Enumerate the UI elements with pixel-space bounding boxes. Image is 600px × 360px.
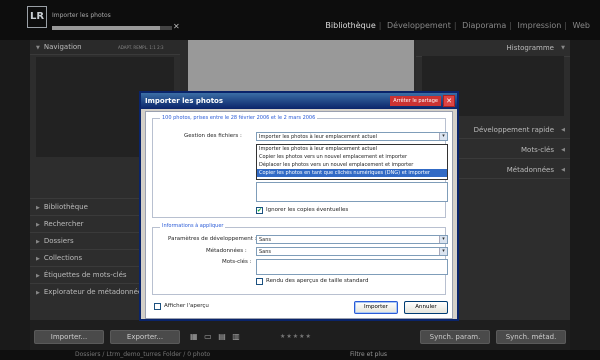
expand-triangle-icon: ▶ bbox=[36, 290, 40, 296]
top-bar: LR Importer les photos ✕ Bibliothèque | D… bbox=[0, 0, 600, 40]
stop-sharing-tooltip[interactable]: Arrêter le partage bbox=[390, 96, 441, 106]
chevron-down-icon: ▾ bbox=[439, 248, 447, 255]
lightroom-window: LR Importer les photos ✕ Bibliothèque | D… bbox=[0, 0, 600, 360]
dev-settings-label: Paramètres de développement : bbox=[168, 236, 257, 242]
ignore-duplicates-checkbox[interactable]: ✔ bbox=[256, 207, 263, 214]
module-web[interactable]: Web bbox=[573, 21, 590, 30]
zoom-fit[interactable]: ADAPT. bbox=[118, 45, 132, 50]
expand-triangle-icon: ◀ bbox=[561, 127, 565, 133]
zoom-fill[interactable]: REMPL. bbox=[133, 45, 148, 50]
module-develop[interactable]: Développement bbox=[387, 21, 451, 30]
filmstrip-filter: Filtre et plus bbox=[350, 351, 388, 358]
module-print[interactable]: Impression bbox=[518, 21, 562, 30]
collapse-triangle-icon: ▼ bbox=[36, 45, 40, 51]
apply-group-title: Informations à appliquer bbox=[160, 223, 226, 229]
expand-triangle-icon: ▶ bbox=[36, 205, 40, 211]
expand-triangle-icon: ▶ bbox=[36, 222, 40, 228]
filmstrip-bar: Dossiers / Ltrm_demo_turres Folder / 0 p… bbox=[0, 350, 600, 360]
expand-triangle-icon: ◀ bbox=[561, 147, 565, 153]
filmstrip-path: Dossiers / Ltrm_demo_turres Folder / 0 p… bbox=[75, 351, 211, 358]
dropdown-option-selected[interactable]: Copier les photos en tant que clichés nu… bbox=[257, 169, 447, 177]
import-status-text: Importer les photos bbox=[52, 12, 111, 19]
file-handling-select[interactable]: Importer les photos à leur emplacement a… bbox=[256, 132, 448, 141]
file-handling-label: Gestion des fichiers : bbox=[184, 133, 242, 139]
cancel-button[interactable]: Annuler bbox=[404, 301, 448, 314]
histogram-header[interactable]: Histogramme ▼ bbox=[416, 40, 570, 57]
export-button[interactable]: Exporter... bbox=[110, 330, 180, 344]
import-button[interactable]: Importer... bbox=[34, 330, 104, 344]
sync-settings-button[interactable]: Synch. param. bbox=[420, 330, 490, 344]
bottom-toolbar: Importer... Exporter... ▦ ▭ ▤ ▥ ★★★★★ Sy… bbox=[30, 320, 570, 350]
chevron-down-icon: ▾ bbox=[439, 133, 447, 140]
module-slideshow[interactable]: Diaporama bbox=[462, 21, 506, 30]
lightroom-logo: LR bbox=[27, 6, 47, 28]
import-confirm-button[interactable]: Importer bbox=[354, 301, 398, 314]
dev-settings-select[interactable]: Sans ▾ bbox=[256, 235, 448, 244]
collapse-triangle-icon: ▼ bbox=[561, 45, 565, 51]
dropdown-option[interactable]: Copier les photos vers un nouvel emplace… bbox=[257, 153, 447, 161]
expand-triangle-icon: ▶ bbox=[36, 239, 40, 245]
expand-triangle-icon: ◀ bbox=[561, 167, 565, 173]
import-progress-bar bbox=[52, 26, 172, 30]
photo-thumbnail[interactable] bbox=[188, 40, 414, 95]
standard-previews-label: Rendu des aperçus de taille standard bbox=[266, 278, 369, 284]
expand-triangle-icon: ▶ bbox=[36, 273, 40, 279]
module-picker: Bibliothèque | Développement | Diaporama | … bbox=[325, 21, 590, 30]
filter-value[interactable]: et plus bbox=[367, 351, 387, 358]
chevron-down-icon: ▾ bbox=[439, 236, 447, 243]
show-preview-checkbox[interactable]: ✔ bbox=[154, 303, 161, 310]
metadata-select[interactable]: Sans ▾ bbox=[256, 247, 448, 256]
ignore-duplicates-label: Ignorer les copies éventuelles bbox=[266, 207, 349, 213]
standard-previews-checkbox[interactable]: ✔ bbox=[256, 278, 263, 285]
module-library[interactable]: Bibliothèque bbox=[325, 21, 375, 30]
sync-metadata-button[interactable]: Synch. métad. bbox=[496, 330, 566, 344]
dropdown-option[interactable]: Importer les photos à leur emplacement a… bbox=[257, 145, 447, 153]
keywords-field[interactable] bbox=[256, 259, 448, 275]
close-icon[interactable]: ✕ bbox=[443, 95, 455, 107]
file-handling-dropdown: Importer les photos à leur emplacement a… bbox=[256, 144, 448, 180]
keywords-label: Mots-clés : bbox=[222, 259, 252, 265]
import-progress-fill bbox=[52, 26, 160, 30]
zoom-2-3[interactable]: 2:3 bbox=[157, 45, 163, 50]
view-mode-icons[interactable]: ▦ ▭ ▤ ▥ bbox=[190, 332, 242, 341]
show-preview-label: Afficher l'aperçu bbox=[164, 303, 209, 309]
dialog-body: 100 photos, prises entre le 28 février 2… bbox=[145, 111, 453, 319]
rating-stars[interactable]: ★★★★★ bbox=[280, 333, 312, 340]
photo-summary: 100 photos, prises entre le 28 février 2… bbox=[160, 115, 318, 121]
metadata-label: Métadonnées : bbox=[206, 248, 247, 254]
mouse-cursor-icon: ➚ bbox=[423, 207, 432, 218]
nav-zoom-options: ADAPT. REMPL. 1:1 2:3 bbox=[118, 45, 164, 50]
expand-triangle-icon: ▶ bbox=[36, 256, 40, 262]
file-details-area bbox=[256, 182, 448, 202]
zoom-1-1[interactable]: 1:1 bbox=[149, 45, 155, 50]
cancel-import-icon[interactable]: ✕ bbox=[173, 22, 180, 31]
dropdown-option[interactable]: Déplacer les photos vers un nouvel empla… bbox=[257, 161, 447, 169]
import-dialog: Importer les photos Arrêter le partage ✕… bbox=[139, 91, 459, 321]
